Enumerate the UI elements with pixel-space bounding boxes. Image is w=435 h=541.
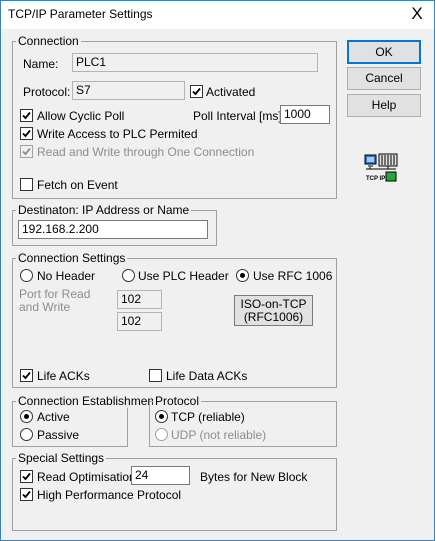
life-data-acks-label: Life Data ACKs [166, 369, 248, 383]
protocol-field: S7 [72, 81, 185, 100]
high-performance-label: High Performance Protocol [37, 488, 182, 502]
tcpip-network-icon: TCP IP [364, 153, 398, 185]
ok-button[interactable]: OK [347, 40, 421, 64]
port-read-field: 102 [117, 290, 162, 309]
life-acks-label: Life ACKs [37, 369, 90, 383]
iso-on-tcp-button-line2: (RFC1006) [243, 310, 304, 324]
high-performance-checkbox[interactable] [20, 488, 33, 501]
iso-on-tcp-button[interactable]: ISO-on-TCP (RFC1006) [234, 295, 313, 326]
port-label: Port for Read and Write [19, 287, 91, 314]
poll-interval-input[interactable]: 1000 [280, 105, 330, 124]
name-label: Name: [23, 57, 59, 71]
no-header-label: No Header [37, 269, 96, 283]
use-plc-header-radio[interactable] [122, 269, 135, 282]
ok-button-label: OK [375, 45, 393, 59]
read-optimisation-input[interactable]: 24 [131, 466, 190, 485]
tcp-reliable-label: TCP (reliable) [171, 410, 245, 424]
use-rfc-1006-radio[interactable] [236, 269, 249, 282]
activated-label: Activated [206, 85, 256, 99]
use-plc-header-label: Use PLC Header [138, 269, 229, 283]
destination-input[interactable]: 192.168.2.200 [18, 220, 208, 239]
special-settings-group-title: Special Settings [16, 451, 107, 465]
write-access-label: Write Access to PLC Permited [37, 127, 198, 141]
title-bar: TCP/IP Parameter Settings X [1, 1, 434, 29]
protocol-label: Protocol: [23, 85, 71, 99]
window-title: TCP/IP Parameter Settings [8, 7, 153, 21]
help-button-label: Help [371, 98, 397, 112]
udp-not-reliable-label: UDP (not reliable) [171, 428, 267, 442]
help-button[interactable]: Help [347, 94, 421, 117]
protocol-group-title: Protocol [153, 394, 202, 408]
poll-interval-label: Poll Interval [ms]: [193, 109, 286, 123]
read-optimisation-label: Read Optimisation [37, 470, 136, 484]
active-label: Active [37, 410, 70, 424]
allow-cyclic-poll-label: Allow Cyclic Poll [37, 109, 125, 123]
read-write-one-connection-label: Read and Write through One Connection [37, 145, 255, 159]
allow-cyclic-poll-checkbox[interactable] [20, 109, 33, 122]
fetch-on-event-checkbox[interactable] [20, 178, 33, 191]
bytes-for-new-block-label: Bytes for New Block [200, 470, 308, 484]
life-data-acks-checkbox[interactable] [149, 369, 162, 382]
read-optimisation-checkbox[interactable] [20, 470, 33, 483]
name-field: PLC1 [72, 53, 318, 72]
connection-group-title: Connection [16, 34, 81, 48]
dialog-window: TCP/IP Parameter Settings X OK Cancel He… [0, 0, 435, 541]
tcp-reliable-radio[interactable] [155, 410, 168, 423]
cancel-button-label: Cancel [365, 71, 403, 85]
read-write-one-connection-checkbox [20, 145, 33, 158]
cancel-button[interactable]: Cancel [347, 67, 421, 90]
connection-establishment-group-title: Connection Establishment [16, 394, 160, 408]
activated-checkbox[interactable] [190, 85, 203, 98]
tcpip-icon-text: TCP IP [366, 176, 385, 182]
active-radio[interactable] [20, 410, 33, 423]
destination-group-title: Destinaton: IP Address or Name [16, 203, 192, 217]
connection-settings-group-title: Connection Settings [16, 251, 128, 265]
fetch-on-event-label: Fetch on Event [37, 178, 118, 192]
port-write-field: 102 [117, 312, 162, 331]
life-acks-checkbox[interactable] [20, 369, 33, 382]
use-rfc-1006-label: Use RFC 1006 [253, 269, 333, 283]
no-header-radio[interactable] [20, 269, 33, 282]
close-icon[interactable]: X [405, 3, 429, 25]
passive-radio[interactable] [20, 428, 33, 441]
passive-label: Passive [37, 428, 80, 442]
write-access-checkbox[interactable] [20, 127, 33, 140]
udp-not-reliable-radio [155, 428, 168, 441]
